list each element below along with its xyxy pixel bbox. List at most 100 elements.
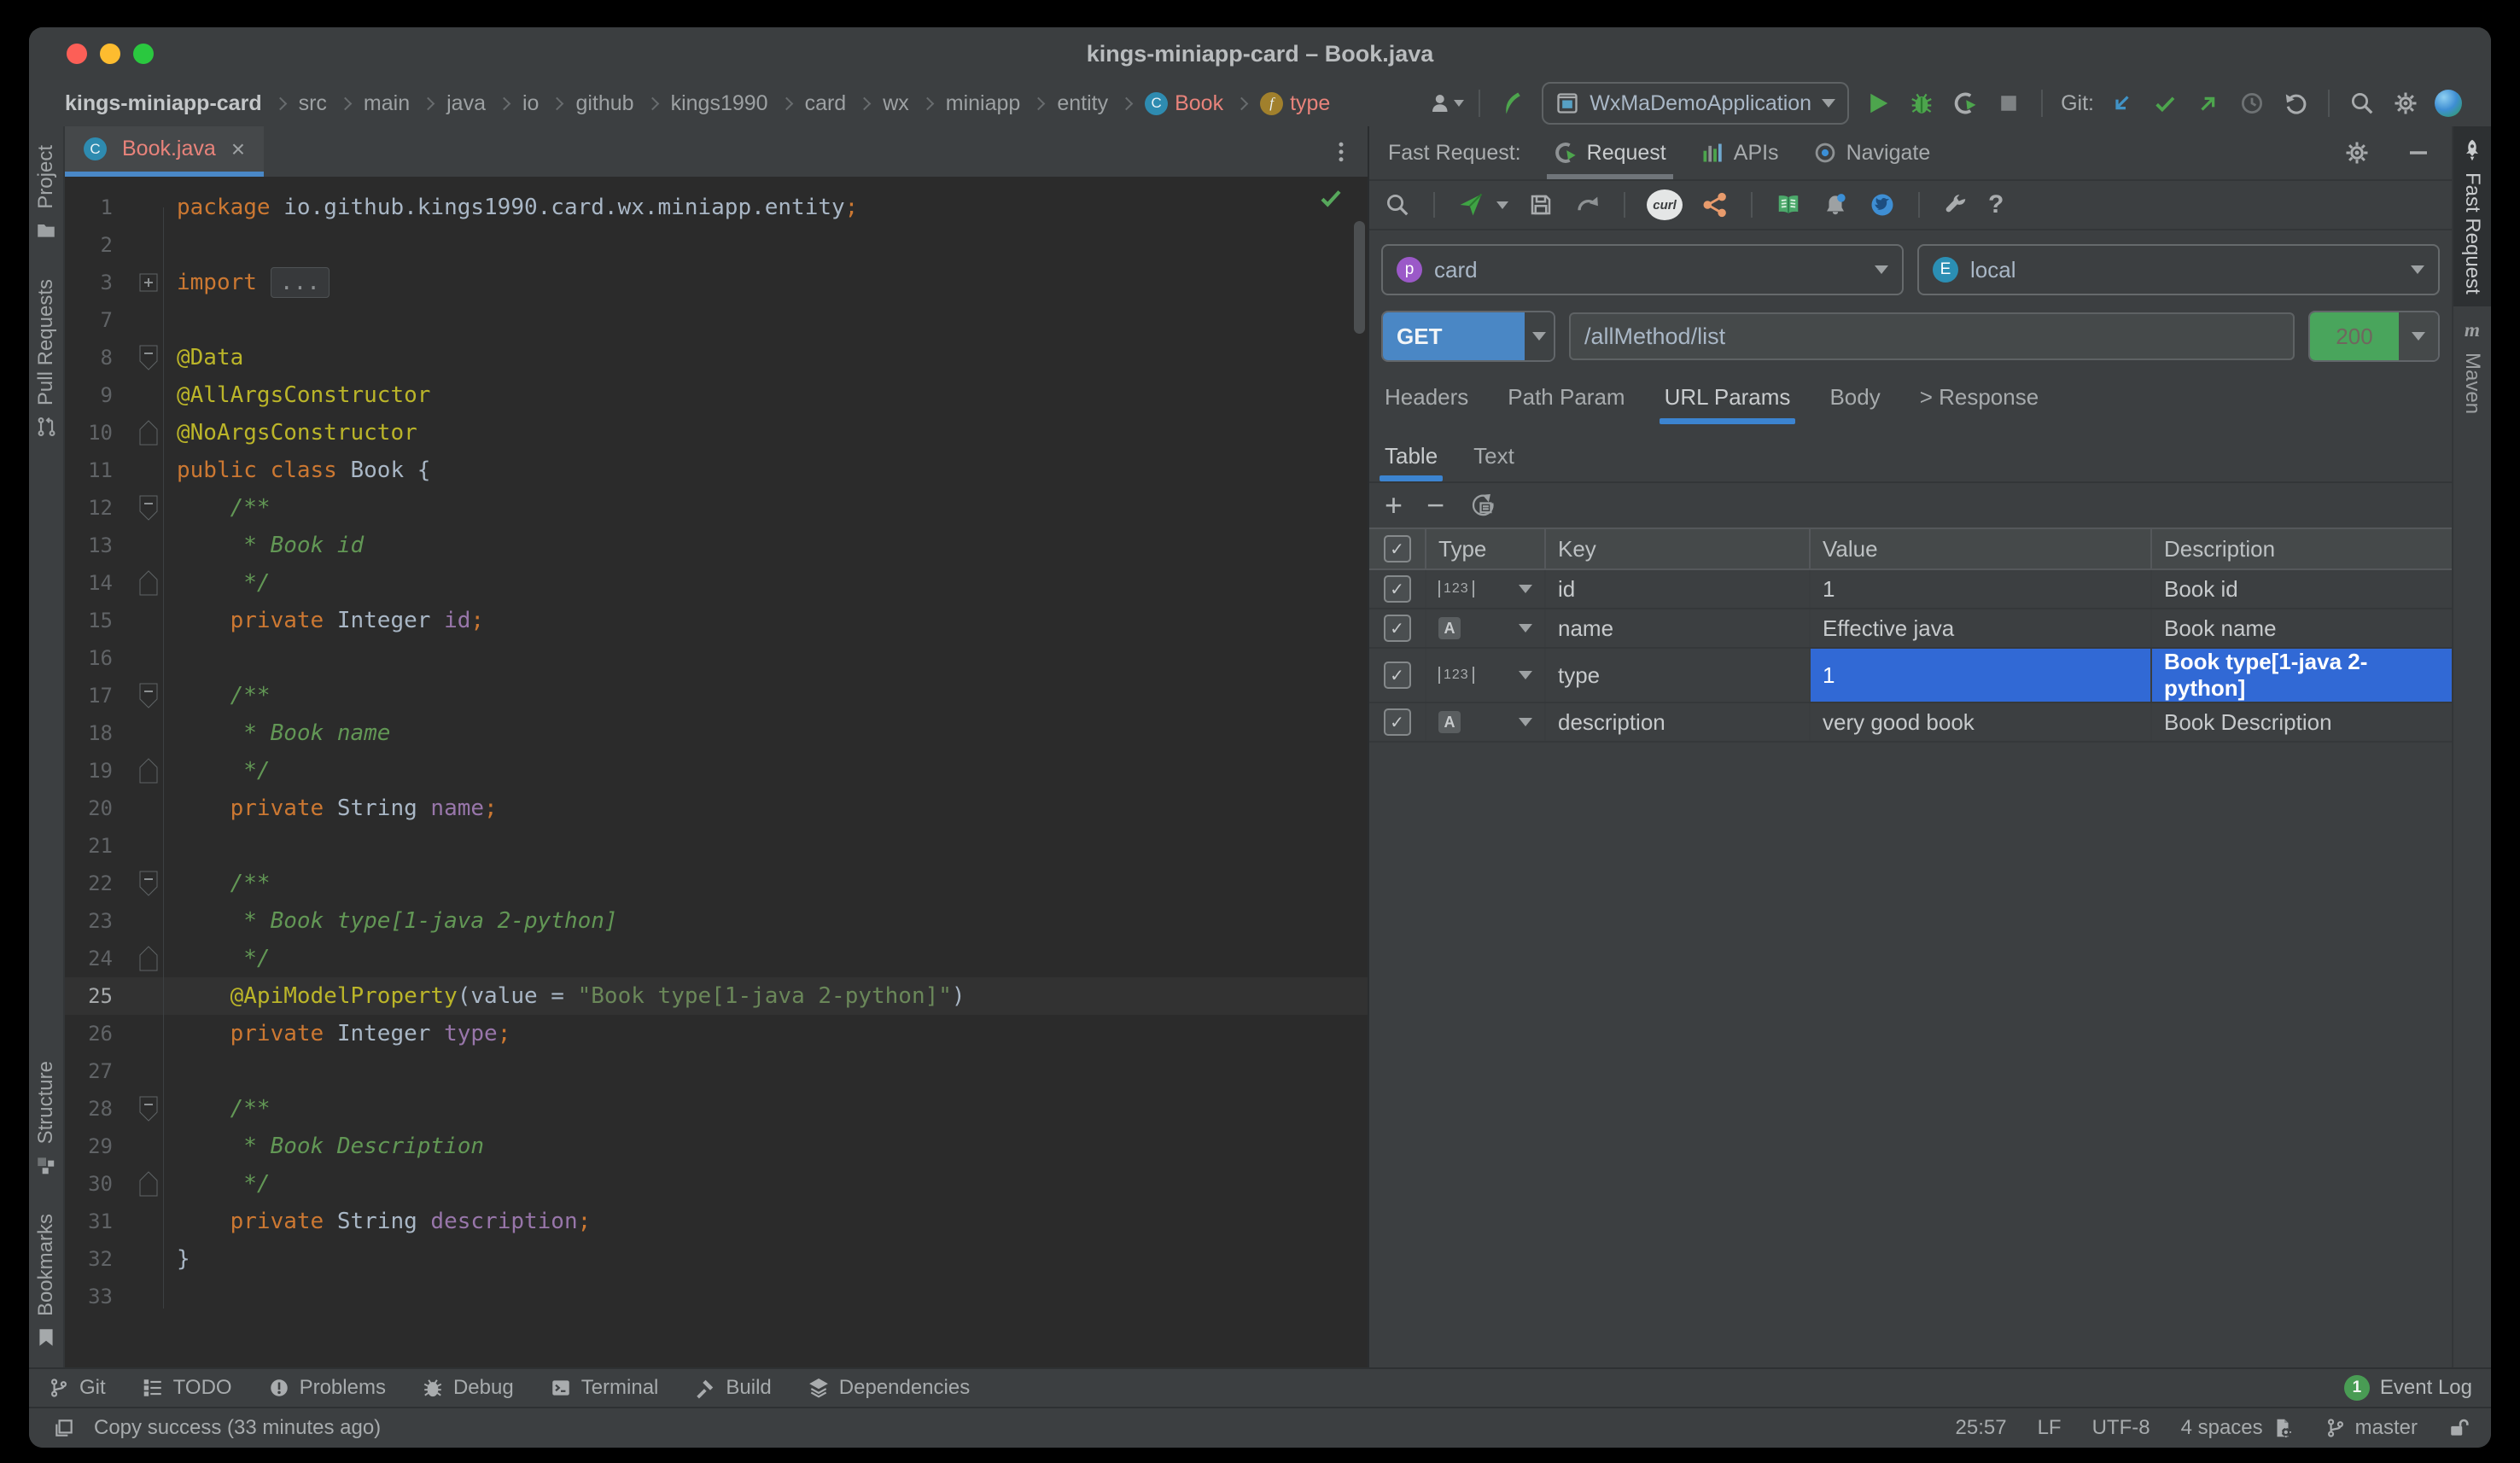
code-line-12[interactable]: 12 /** [65,489,1368,527]
run-button[interactable] [1864,89,1893,118]
param-key-cell[interactable]: description [1545,702,1810,742]
help-icon[interactable]: ? [1988,190,2004,219]
breadcrumb-item-miniapp[interactable]: miniapp [946,91,1021,116]
file-encoding[interactable]: UTF-8 [2092,1416,2150,1440]
code-line-20[interactable]: 20 private String name; [65,790,1368,827]
checkbox-checked-icon[interactable]: ✓ [1384,708,1411,736]
toolwindow-button-maven[interactable]: mMaven [2453,306,2491,426]
breadcrumb-item-kings1990[interactable]: kings1990 [671,91,768,116]
breadcrumb-item-src[interactable]: src [299,91,327,116]
git-branch-widget[interactable]: master [2325,1416,2418,1440]
toolwindow-button-todo[interactable]: TODO [142,1376,232,1400]
docs-button[interactable] [1774,190,1803,219]
breadcrumb-item-type[interactable]: ftype [1260,91,1330,116]
toolwindow-button-debug[interactable]: Debug [422,1376,514,1400]
param-tab--response[interactable]: > Response [1920,384,2039,424]
code-line-32[interactable]: 32} [65,1240,1368,1278]
code-line-1[interactable]: 1package io.github.kings1990.card.wx.min… [65,189,1368,226]
editor-scrollbar[interactable] [1354,221,1365,334]
tab-options-icon[interactable] [1327,137,1356,166]
search-everywhere-button[interactable] [2348,89,2377,118]
fr-settings-icon[interactable] [2342,138,2371,167]
breadcrumb-item-book[interactable]: CBook [1145,91,1223,116]
param-type-select[interactable]: A [1426,702,1545,742]
fold-start-icon[interactable] [113,677,177,714]
view-tab-table[interactable]: Table [1385,443,1438,481]
profile-button[interactable] [1432,89,1461,118]
fr-search-icon[interactable] [1383,190,1412,219]
code-line-11[interactable]: 11public class Book { [65,452,1368,489]
param-value-cell[interactable]: 1 [1810,648,2151,702]
toolwindow-button-build[interactable]: Build [694,1376,771,1400]
param-key-cell[interactable]: type [1545,648,1810,702]
settings-button[interactable] [2391,89,2420,118]
run-configuration-select[interactable]: WxMaDemoApplication [1542,82,1849,125]
code-line-13[interactable]: 13 * Book id [65,527,1368,564]
folded-imports-badge[interactable]: ... [271,267,330,298]
toolwindow-button-bookmarks[interactable]: Bookmarks [34,1214,58,1349]
fold-end-icon[interactable] [113,752,177,790]
status-code-select[interactable]: 200 [2308,311,2440,362]
param-type-select[interactable]: A [1426,609,1545,648]
toolwindow-button-pull-requests[interactable]: Pull Requests [34,279,58,438]
code-line-24[interactable]: 24 */ [65,940,1368,977]
breadcrumb-item-entity[interactable]: entity [1057,91,1108,116]
param-row-type[interactable]: ✓123type1Book type[1-java 2-python] [1369,648,2452,702]
breadcrumb-item-main[interactable]: main [364,91,410,116]
code-line-22[interactable]: 22 /** [65,865,1368,902]
param-description-cell[interactable]: Book Description [2151,702,2452,742]
fold-end-icon[interactable] [113,414,177,452]
checkbox-checked-icon[interactable]: ✓ [1384,615,1411,642]
code-line-18[interactable]: 18 * Book name [65,714,1368,752]
code-line-25[interactable]: 25 @ApiModelProperty(value = "Book type[… [65,977,1368,1015]
view-tab-text[interactable]: Text [1473,443,1514,481]
notifications-bell-icon[interactable] [1821,190,1850,219]
param-row-description[interactable]: ✓ Adescriptionvery good bookBook Descript… [1369,702,2452,742]
send-request-button[interactable] [1456,190,1485,219]
fr-tab-navigate[interactable]: Navigate [1813,126,1931,179]
lock-open-icon[interactable] [2448,1417,2470,1439]
hide-panel-icon[interactable] [2404,138,2433,167]
checkbox-checked-icon[interactable]: ✓ [1384,575,1411,603]
param-description-cell[interactable]: Book name [2151,609,2452,648]
project-select[interactable]: p card [1381,244,1904,295]
param-tab-path-param[interactable]: Path Param [1508,384,1625,424]
breadcrumb-item-wx[interactable]: wx [883,91,909,116]
git-update-button[interactable] [2107,89,2136,118]
param-value-cell[interactable]: very good book [1810,702,2151,742]
git-commit-button[interactable] [2150,89,2179,118]
param-key-cell[interactable]: name [1545,609,1810,648]
status-dropdown[interactable] [2399,312,2438,360]
fold-end-icon[interactable] [113,1165,177,1203]
code-line-3[interactable]: 3import... [65,264,1368,301]
send-options-icon[interactable] [1496,201,1508,209]
select-all-header[interactable]: ✓ [1369,528,1426,569]
code-line-23[interactable]: 23 * Book type[1-java 2-python] [65,902,1368,940]
fold-end-icon[interactable] [113,940,177,977]
param-type-select[interactable]: 123 [1426,569,1545,609]
fr-tab-apis[interactable]: APIs [1700,126,1779,179]
config-wrench-icon[interactable] [1941,190,1970,219]
code-line-26[interactable]: 26 private Integer type; [65,1015,1368,1052]
param-type-select[interactable]: 123 [1426,648,1545,702]
param-key-cell[interactable]: id [1545,569,1810,609]
redo-icon[interactable] [1573,190,1602,219]
param-description-cell[interactable]: Book type[1-java 2-python] [2151,648,2452,702]
copy-params-button[interactable] [1468,491,1497,520]
url-input[interactable] [1569,312,2295,360]
code-line-8[interactable]: 8@Data [65,339,1368,376]
toolwindow-switcher-icon[interactable] [50,1413,79,1443]
breadcrumb-item-kings-miniapp-card[interactable]: kings-miniapp-card [65,91,262,116]
remove-row-button[interactable]: − [1426,490,1444,521]
indent-setting[interactable]: 4 spaces [2181,1416,2294,1440]
add-row-button[interactable]: + [1385,490,1403,521]
toolwindow-button-project[interactable]: Project [34,145,58,242]
code-line-30[interactable]: 30 */ [65,1165,1368,1203]
breadcrumb-item-github[interactable]: github [575,91,633,116]
code-line-21[interactable]: 21 [65,827,1368,865]
code-line-2[interactable]: 2 [65,226,1368,264]
toolwindow-button-dependencies[interactable]: Dependencies [808,1376,970,1400]
param-value-cell[interactable]: Effective java [1810,609,2151,648]
code-line-9[interactable]: 9@AllArgsConstructor [65,376,1368,414]
fold-start-icon[interactable] [113,865,177,902]
